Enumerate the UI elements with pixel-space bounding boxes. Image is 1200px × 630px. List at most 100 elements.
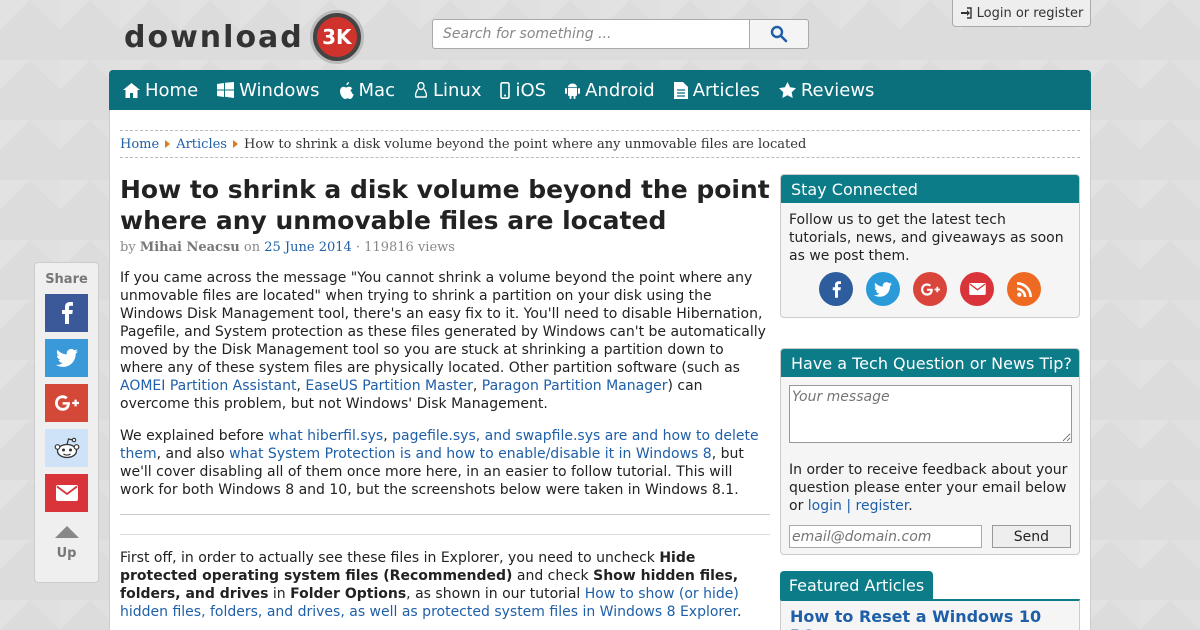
paragraph-text: , as shown in our tutorial: [406, 586, 585, 602]
mobile-icon: [500, 81, 511, 99]
email-icon: [55, 485, 78, 501]
logo-badge-text: 3K: [316, 17, 357, 57]
rss-icon: [1016, 281, 1032, 297]
nav-item-android[interactable]: Android: [565, 80, 655, 101]
feedback-text: In order to receive feedback about your …: [781, 447, 1079, 525]
share-facebook-button[interactable]: [45, 294, 88, 332]
windows-icon: [217, 82, 235, 98]
document-icon: [673, 81, 688, 99]
search-bar: [432, 19, 809, 49]
paragraph-text: ,: [472, 378, 482, 394]
article-paragraph-3: First off, in order to actually see thes…: [120, 549, 770, 621]
article-title: How to shrink a disk volume beyond the p…: [120, 175, 770, 235]
article-divider: [120, 514, 770, 515]
tech-question-box: Have a Tech Question or News Tip? In ord…: [780, 348, 1080, 555]
nav-item-label: iOS: [515, 79, 547, 101]
facebook-icon: [832, 280, 841, 298]
stay-connected-text: Follow us to get the latest tech tutoria…: [789, 212, 1064, 264]
send-button[interactable]: Send: [991, 525, 1071, 548]
aomei-link[interactable]: AOMEI Partition Assistant: [120, 378, 296, 394]
share-reddit-button[interactable]: [45, 429, 88, 467]
breadcrumb-home[interactable]: Home: [120, 137, 159, 152]
nav-item-articles[interactable]: Articles: [673, 79, 760, 101]
paragraph-text: and check: [512, 568, 594, 584]
googleplus-icon: [920, 282, 940, 296]
twitter-icon: [874, 281, 892, 297]
hiberfil-link[interactable]: what hiberfil.sys: [268, 428, 383, 444]
article-author: Mihai Neacsu: [139, 240, 240, 255]
breadcrumb-articles[interactable]: Articles: [176, 137, 227, 152]
nav-item-label: Android: [585, 79, 655, 101]
nav-item-home[interactable]: Home: [123, 80, 198, 101]
nav-item-label: Mac: [358, 79, 395, 101]
easeus-link[interactable]: EaseUS Partition Master: [305, 378, 473, 394]
share-title: Share: [45, 272, 88, 287]
search-icon: [770, 25, 788, 43]
login-register-button[interactable]: Login or register: [952, 0, 1091, 27]
nav-item-windows[interactable]: Windows: [217, 79, 320, 101]
star-icon: [778, 82, 796, 98]
breadcrumb: Home Articles How to shrink a disk volum…: [120, 130, 1080, 158]
paragraph-text: ,: [383, 428, 393, 444]
sign-in-icon: [960, 7, 972, 19]
facebook-icon: [61, 302, 73, 324]
follow-googleplus-button[interactable]: [913, 272, 947, 306]
share-email-button[interactable]: [45, 474, 88, 512]
paragraph-text: First off, in order to actually see thes…: [120, 550, 660, 566]
android-icon: [565, 83, 581, 99]
article-divider: [120, 534, 770, 535]
article-meta: by Mihai Neacsu on 25 June 2014 · 119816…: [120, 240, 455, 255]
nav-item-linux[interactable]: Linux: [414, 80, 481, 101]
feedback-text-end: .: [908, 498, 913, 514]
nav-item-mac[interactable]: Mac: [339, 80, 395, 101]
article-date[interactable]: 25 June 2014: [264, 240, 352, 255]
follow-email-button[interactable]: [960, 272, 994, 306]
article-paragraph-2: We explained before what hiberfil.sys, p…: [120, 427, 770, 499]
search-button[interactable]: [749, 19, 809, 49]
apple-icon: [339, 81, 354, 99]
follow-twitter-button[interactable]: [866, 272, 900, 306]
scroll-up-label[interactable]: Up: [57, 546, 77, 561]
paragraph-text: in: [268, 586, 291, 602]
reddit-icon: [54, 437, 79, 459]
article-views: · 119816 views: [355, 240, 455, 255]
breadcrumb-current: How to shrink a disk volume beyond the p…: [243, 136, 807, 152]
paragraph-text: We explained before: [120, 428, 269, 444]
scroll-up-icon[interactable]: [54, 526, 79, 538]
stay-connected-title: Stay Connected: [781, 175, 1079, 203]
search-input[interactable]: [432, 19, 749, 49]
nav-item-reviews[interactable]: Reviews: [778, 79, 875, 101]
paragraph-text: .: [736, 604, 742, 620]
article-paragraph-1: If you came across the message "You cann…: [120, 269, 770, 413]
nav-item-label: Windows: [239, 79, 320, 101]
linux-icon: [414, 81, 428, 98]
nav-item-ios[interactable]: iOS: [500, 80, 546, 101]
email-icon: [968, 283, 986, 295]
meta-on: on: [243, 240, 261, 255]
message-textarea[interactable]: [789, 385, 1072, 443]
nav-item-label: Articles: [692, 79, 760, 101]
email-field[interactable]: [789, 525, 982, 548]
paragon-link[interactable]: Paragon Partition Manager: [482, 378, 668, 394]
home-icon: [123, 82, 140, 98]
tech-question-title: Have a Tech Question or News Tip?: [781, 349, 1079, 377]
featured-article-link[interactable]: How to Reset a Windows 10 PC: [790, 607, 1070, 630]
breadcrumb-separator-icon: [232, 140, 238, 148]
system-protection-link[interactable]: what System Protection is and how to ena…: [229, 446, 712, 462]
nav-item-label: Reviews: [800, 79, 875, 101]
share-twitter-button[interactable]: [45, 339, 88, 377]
logo-badge: 3K: [309, 10, 364, 64]
login-register-link[interactable]: login | register: [808, 498, 908, 514]
login-register-label: Login or register: [976, 5, 1084, 21]
follow-rss-button[interactable]: [1007, 272, 1041, 306]
nav-item-label: Home: [145, 79, 199, 101]
paragraph-text: If you came across the message "You cann…: [120, 270, 766, 376]
social-links: [781, 272, 1079, 319]
featured-articles-title: Featured Articles: [780, 571, 933, 599]
share-googleplus-button[interactable]: [45, 384, 88, 422]
featured-articles-box: How to Reset a Windows 10 PC: [780, 599, 1080, 630]
googleplus-icon: [54, 395, 79, 411]
paragraph-bold: Folder Options: [290, 586, 407, 602]
site-logo[interactable]: download 3K: [124, 8, 364, 66]
follow-facebook-button[interactable]: [819, 272, 853, 306]
